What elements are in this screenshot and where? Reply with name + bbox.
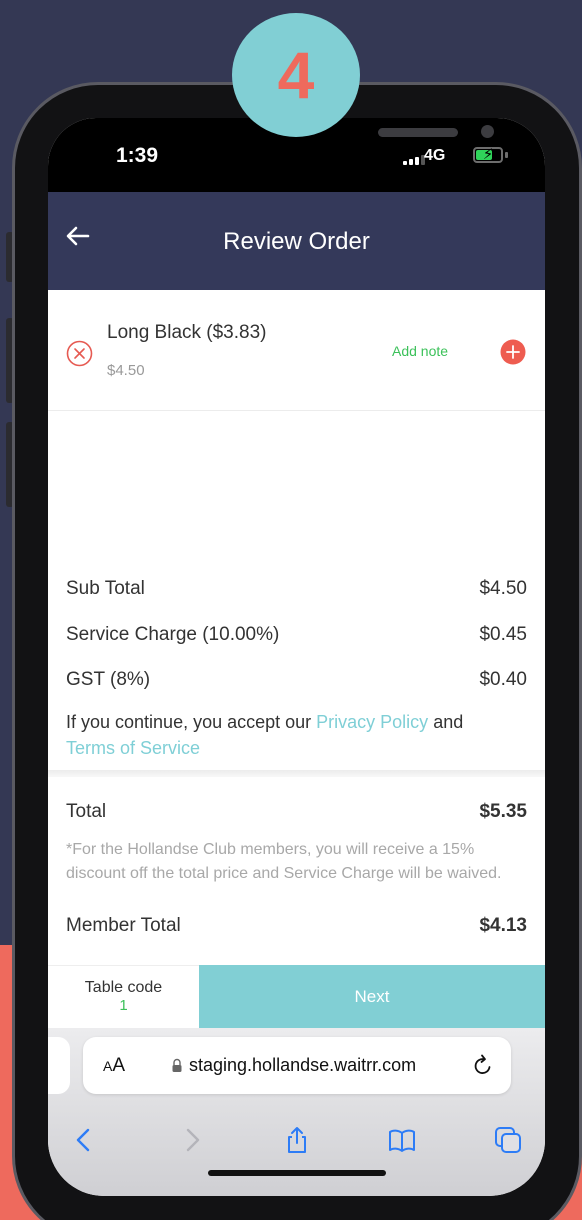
status-time: 1:39 [116, 144, 159, 167]
back-icon[interactable] [70, 1126, 98, 1154]
sub-total-label: Sub Total [66, 578, 145, 599]
add-note-link[interactable]: Add note [392, 343, 448, 359]
url-text[interactable]: staging.hollandse.waitrr.com [189, 1055, 416, 1076]
item-name: Long Black ($3.83) [107, 322, 267, 343]
sub-total-value: $4.50 [479, 578, 527, 599]
reader-options-button[interactable]: AA [103, 1055, 125, 1077]
terms-notice: If you continue, you accept our Privacy … [66, 709, 527, 761]
step-number: 4 [277, 38, 315, 112]
tabs-icon[interactable] [494, 1126, 522, 1154]
previous-tab-peek[interactable] [48, 1037, 70, 1094]
camera [481, 125, 494, 138]
remove-item-icon[interactable] [66, 340, 93, 367]
terms-prefix: If you continue, you accept our [66, 712, 317, 732]
total-value: $5.35 [479, 801, 527, 822]
lock-icon [172, 1058, 182, 1072]
privacy-policy-link[interactable]: Privacy Policy [316, 712, 428, 732]
share-icon[interactable] [283, 1126, 311, 1154]
terms-of-service-link[interactable]: Terms of Service [66, 738, 200, 758]
table-code-label: Table code [84, 979, 163, 996]
forward-icon[interactable] [178, 1126, 206, 1154]
total-row: Total $5.35 [66, 801, 527, 823]
speaker [378, 128, 458, 137]
signal-icon [403, 155, 425, 165]
add-quantity-icon[interactable] [500, 339, 526, 365]
step-badge: 4 [232, 13, 360, 137]
item-price: $4.50 [107, 362, 145, 379]
member-total-value: $4.13 [479, 915, 527, 936]
table-code-box[interactable]: Table code 1 [48, 965, 199, 1028]
gst-label: GST (8%) [66, 669, 151, 690]
battery-icon: ⚡ [473, 146, 503, 163]
page-title: Review Order [223, 228, 370, 255]
browser-chrome: AA staging.hollandse.waitrr.com [48, 1028, 545, 1196]
next-button[interactable]: Next [199, 965, 545, 1028]
app-header: Review Order [48, 192, 545, 290]
member-discount-note: *For the Hollandse Club members, you wil… [66, 841, 502, 882]
network-label: 4G [424, 147, 446, 164]
bookmarks-icon[interactable] [388, 1126, 416, 1154]
table-code-value: 1 [119, 997, 128, 1014]
phone-screen: 1:39 4G ⚡ Review Order Long Black ($3.83… [48, 118, 545, 1196]
total-label: Total [66, 801, 107, 822]
gst-row: GST (8%) $0.40 [66, 669, 527, 691]
service-charge-value: $0.45 [479, 624, 527, 645]
address-bar[interactable]: AA staging.hollandse.waitrr.com [83, 1037, 511, 1094]
member-total-label: Member Total [66, 915, 181, 936]
member-total-row: Member Total $4.13 [66, 915, 527, 937]
sub-total-row: Sub Total $4.50 [66, 578, 527, 600]
terms-middle: and [428, 712, 464, 732]
battery-cap [505, 152, 508, 158]
checkout-bar: Table code 1 Next [48, 965, 545, 1028]
home-indicator[interactable] [208, 1170, 386, 1176]
gst-value: $0.40 [479, 669, 527, 690]
section-divider [48, 770, 545, 777]
reload-icon[interactable] [472, 1053, 494, 1077]
order-item: Long Black ($3.83) $4.50 Add note [48, 290, 545, 411]
service-charge-label: Service Charge (10.00%) [66, 624, 280, 645]
service-charge-row: Service Charge (10.00%) $0.45 [66, 624, 527, 646]
